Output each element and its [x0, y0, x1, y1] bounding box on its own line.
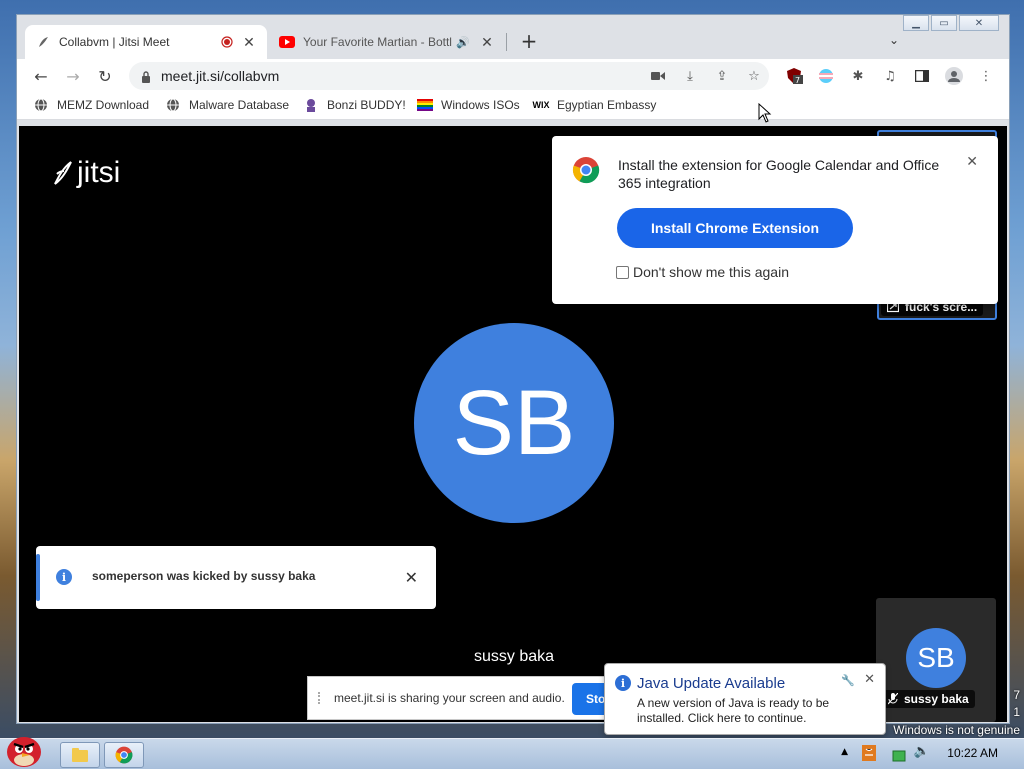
- java-tray-icon[interactable]: [862, 745, 876, 765]
- bookmark-egyptian-embassy[interactable]: WIX Egyptian Embassy: [532, 97, 657, 113]
- tab-youtube[interactable]: Your Favorite Martian - Bottl 🔊 ✕: [269, 25, 505, 59]
- volume-icon[interactable]: 🔈: [914, 744, 930, 759]
- close-balloon-icon[interactable]: ✕: [864, 672, 875, 687]
- bookmark-bonzi[interactable]: Bonzi BUDDY!: [303, 97, 406, 113]
- network-icon[interactable]: [892, 747, 906, 766]
- profile-avatar-icon[interactable]: [945, 67, 963, 85]
- wix-icon: WIX: [532, 100, 550, 110]
- close-popup-icon[interactable]: ✕: [966, 154, 978, 170]
- screen-sharing-bar: meet.jit.si is sharing your screen and a…: [307, 676, 632, 720]
- lock-icon[interactable]: [141, 69, 151, 88]
- build-partial-line-2: 1: [1013, 705, 1020, 719]
- dont-show-again-option[interactable]: Don't show me this again: [616, 264, 789, 280]
- tab-title: Your Favorite Martian - Bottl: [303, 35, 452, 49]
- browser-toolbar: ← → ↻ meet.jit.si/collabvm ⤓ ⇪ ☆ 7 ✱ ♫ ⋮: [17, 59, 1009, 93]
- url-text: meet.jit.si/collabvm: [161, 68, 280, 84]
- bookmark-memz[interactable]: MEMZ Download: [33, 97, 149, 113]
- media-controls-icon[interactable]: ♫: [881, 67, 899, 85]
- local-participant-thumbnail[interactable]: SB sussy baka: [876, 598, 996, 722]
- address-bar[interactable]: meet.jit.si/collabvm ⤓ ⇪ ☆: [129, 62, 769, 90]
- recording-icon: [219, 34, 235, 50]
- install-app-icon[interactable]: ⤓: [681, 67, 699, 85]
- bookmark-windows-isos[interactable]: Windows ISOs: [417, 97, 520, 113]
- svg-text:7: 7: [795, 76, 800, 85]
- forward-button[interactable]: →: [61, 65, 85, 87]
- thumb-name-label: sussy baka: [882, 690, 975, 708]
- tab-search-chevron-icon[interactable]: ⌄: [889, 33, 899, 47]
- build-partial-line-1: 7: [1013, 688, 1020, 702]
- taskbar-explorer[interactable]: [60, 742, 100, 768]
- extension-install-popup: Install the extension for Google Calenda…: [552, 136, 998, 304]
- thumb-avatar: SB: [906, 628, 966, 688]
- start-button[interactable]: [2, 731, 46, 769]
- wrench-icon[interactable]: 🔧: [841, 674, 855, 687]
- folder-icon: [72, 748, 88, 762]
- notification-text: someperson was kicked by sussy baka: [92, 569, 316, 583]
- drag-handle[interactable]: [318, 692, 326, 704]
- tab-collabvm[interactable]: Collabvm | Jitsi Meet ✕: [25, 25, 267, 59]
- share-icon[interactable]: ⇪: [713, 67, 731, 85]
- java-update-balloon[interactable]: i Java Update Available A new version of…: [604, 663, 886, 735]
- rainbow-flag-icon: [417, 97, 433, 113]
- menu-kebab-icon[interactable]: ⋮: [977, 67, 995, 85]
- back-button[interactable]: ←: [29, 65, 53, 87]
- bookmark-malware-db[interactable]: Malware Database: [165, 97, 289, 113]
- bookmark-star-icon[interactable]: ☆: [745, 67, 763, 85]
- extensions-puzzle-icon[interactable]: ✱: [849, 67, 867, 85]
- ublock-extension-icon[interactable]: 7: [785, 67, 803, 85]
- show-hidden-icons-icon[interactable]: ▲: [841, 747, 848, 757]
- clock[interactable]: 10:22 AM: [947, 746, 998, 760]
- chrome-logo-icon: [572, 156, 600, 188]
- globe-icon: [165, 97, 181, 113]
- audio-playing-icon[interactable]: 🔊: [455, 34, 471, 50]
- bookmarks-bar: MEMZ Download Malware Database Bonzi BUD…: [17, 93, 1009, 120]
- tab-title: Collabvm | Jitsi Meet: [59, 35, 170, 49]
- main-speaker-name: sussy baka: [474, 648, 555, 665]
- jitsi-favicon-icon: [35, 34, 51, 50]
- side-panel-icon[interactable]: [913, 67, 931, 85]
- install-extension-button[interactable]: Install Chrome Extension: [617, 208, 853, 248]
- balloon-title: Java Update Available: [637, 675, 786, 692]
- mic-muted-icon: [888, 693, 898, 705]
- close-notification-icon[interactable]: ✕: [405, 568, 418, 587]
- tab-strip: Collabvm | Jitsi Meet ✕ Your Favorite Ma…: [17, 15, 1009, 59]
- chrome-icon: [115, 746, 133, 764]
- genuine-watermark: Windows is not genuine: [893, 723, 1020, 737]
- browser-window: ▁ ▭ ✕ Collabvm | Jitsi Meet ✕ Your Favor…: [16, 14, 1010, 724]
- main-speaker-avatar: SB: [414, 323, 614, 523]
- dont-show-checkbox[interactable]: [616, 265, 629, 279]
- info-icon: i: [615, 675, 631, 691]
- close-tab-icon[interactable]: ✕: [479, 34, 495, 51]
- taskbar-chrome[interactable]: [104, 742, 144, 768]
- notification-accent-bar: [36, 554, 40, 601]
- globe-icon: [33, 97, 49, 113]
- jitsi-bird-icon: [54, 161, 72, 185]
- reload-button[interactable]: ↻: [93, 65, 117, 87]
- balloon-body: A new version of Java is ready to be ins…: [637, 696, 830, 725]
- tab-separator: [506, 33, 507, 51]
- taskbar: ▲ 🔈 10:22 AM: [0, 737, 1024, 769]
- close-tab-icon[interactable]: ✕: [241, 34, 257, 51]
- info-icon: i: [56, 569, 72, 585]
- bonzi-icon: [303, 97, 319, 113]
- mouse-cursor-icon: [758, 103, 772, 123]
- trans-flag-extension-icon[interactable]: [817, 67, 835, 85]
- new-tab-button[interactable]: +: [517, 29, 541, 53]
- sharing-text: meet.jit.si is sharing your screen and a…: [334, 691, 565, 705]
- camera-icon[interactable]: [649, 67, 667, 85]
- kick-notification: i someperson was kicked by sussy baka ✕: [36, 546, 436, 609]
- angry-bird-icon: [7, 737, 41, 767]
- youtube-icon: [279, 34, 295, 50]
- extension-message: Install the extension for Google Calenda…: [618, 157, 940, 191]
- jitsi-meeting-page: jitsi SB sussy baka fuck's scre... SB su…: [19, 126, 1007, 722]
- jitsi-logo[interactable]: jitsi: [51, 156, 120, 190]
